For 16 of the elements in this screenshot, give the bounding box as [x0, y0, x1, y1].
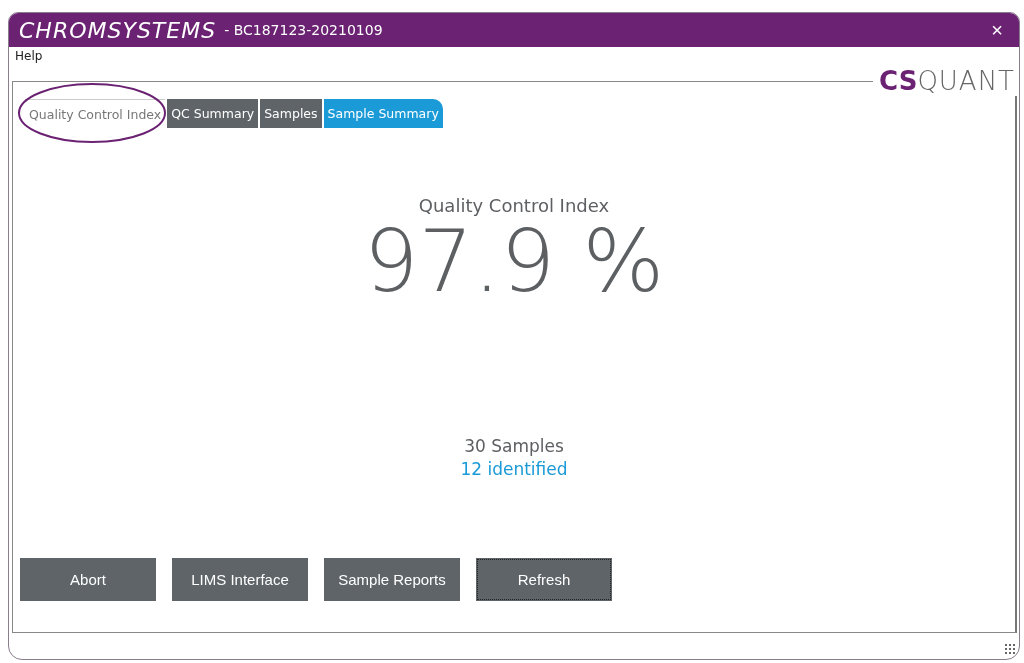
tab[interactable]: QC Summary: [167, 99, 259, 128]
identified-count: 12 identified: [460, 459, 568, 479]
action-button[interactable]: Abort: [20, 558, 156, 601]
window-title: - BC187123-20210109: [224, 22, 383, 38]
tab[interactable]: Samples: [260, 99, 322, 128]
index-label: Quality Control Index: [418, 195, 610, 216]
resize-grip-icon[interactable]: [1005, 644, 1016, 655]
index-value: 97.9 %: [363, 216, 665, 306]
sample-count: 30 Samples: [464, 436, 564, 456]
close-button[interactable]: ×: [985, 18, 1009, 42]
action-button[interactable]: Refresh: [476, 558, 612, 601]
action-button[interactable]: Sample Reports: [324, 558, 460, 601]
action-button[interactable]: LIMS Interface: [172, 558, 308, 601]
tab[interactable]: Sample Summary: [323, 99, 443, 128]
brand-name: CHROMSYSTEMS: [19, 17, 217, 43]
menu-item[interactable]: Help: [15, 49, 43, 63]
